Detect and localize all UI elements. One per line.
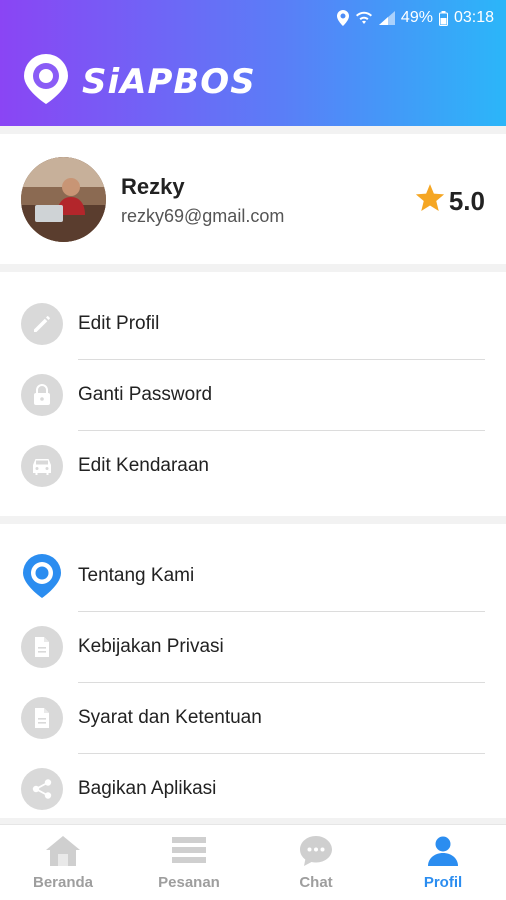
document-icon <box>21 626 63 668</box>
chat-icon <box>299 835 333 872</box>
menu-item-label: Edit Profil <box>78 313 160 334</box>
rating-value: 5.0 <box>448 185 485 216</box>
profile-email: rezky69@gmail.com <box>121 206 285 226</box>
app-name: SiAPBOS <box>82 61 256 102</box>
nav-label: Chat <box>299 874 333 891</box>
account-menu: Edit Profil Ganti Password Edit Kendaraa… <box>0 272 506 516</box>
signal-icon <box>378 11 395 25</box>
share-icon <box>21 768 63 810</box>
lock-icon <box>21 374 63 416</box>
menu-item-label: Ganti Password <box>78 384 213 405</box>
app-logo: SiAPBOS <box>22 52 256 111</box>
menu-item-label: Tentang Kami <box>78 565 195 586</box>
app-logo-icon <box>21 554 63 598</box>
menu-item-bagikan-aplikasi[interactable]: Bagikan Aplikasi <box>0 754 506 825</box>
nav-profil[interactable]: Profil <box>380 825 506 900</box>
menu-item-label: Kebijakan Privasi <box>78 636 224 657</box>
status-bar: 49% 03:18 <box>336 6 494 30</box>
car-icon <box>21 445 63 487</box>
menu-item-label: Bagikan Aplikasi <box>78 778 217 799</box>
menu-item-ganti-password[interactable]: Ganti Password <box>0 360 506 431</box>
menu-item-tentang-kami[interactable]: Tentang Kami <box>0 541 506 612</box>
nav-label: Profil <box>423 874 463 891</box>
menu-item-label: Syarat dan Ketentuan <box>78 707 262 728</box>
list-icon <box>171 835 207 870</box>
nav-pesanan[interactable]: Pesanan <box>126 825 252 900</box>
bottom-nav: Beranda Pesanan Chat Profil <box>0 824 506 900</box>
menu-item-edit-profil[interactable]: Edit Profil <box>0 289 506 360</box>
rating: 5.0 <box>415 184 485 218</box>
nav-beranda[interactable]: Beranda <box>0 825 126 900</box>
app-header: 49% 03:18 SiAPBOS <box>0 0 506 126</box>
profile-name: Rezky <box>121 174 185 199</box>
avatar <box>21 157 106 242</box>
nav-chat[interactable]: Chat <box>253 825 379 900</box>
clock: 03:18 <box>453 9 494 26</box>
pencil-icon <box>21 303 63 345</box>
menu-item-edit-kendaraan[interactable]: Edit Kendaraan <box>0 431 506 502</box>
nav-label: Beranda <box>32 874 94 891</box>
menu-item-syarat-dan-ketentuan[interactable]: Syarat dan Ketentuan <box>0 683 506 754</box>
menu-item-label: Edit Kendaraan <box>78 455 209 476</box>
star-icon <box>415 184 445 218</box>
info-menu: Tentang Kami Kebijakan Privasi Syarat da… <box>0 524 506 818</box>
app-logo-icon <box>22 52 70 111</box>
nav-label: Pesanan <box>158 874 220 891</box>
menu-item-kebijakan-privasi[interactable]: Kebijakan Privasi <box>0 612 506 683</box>
battery-percent: 49% <box>400 9 433 26</box>
location-icon <box>336 10 349 26</box>
home-icon <box>45 835 81 872</box>
battery-icon <box>438 10 448 26</box>
wifi-icon <box>355 11 373 25</box>
person-icon <box>427 835 459 872</box>
profile-card[interactable]: Rezky rezky69@gmail.com 5.0 <box>0 134 506 264</box>
document-icon <box>21 697 63 739</box>
